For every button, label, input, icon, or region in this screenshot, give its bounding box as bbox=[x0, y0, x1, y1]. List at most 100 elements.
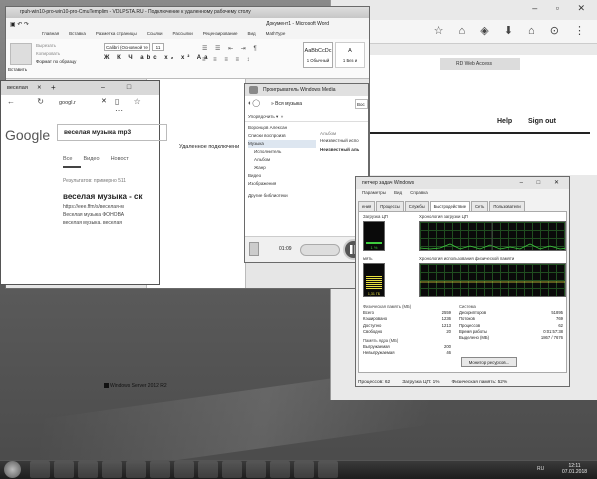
browser-window[interactable]: веселая ✕ + – □ ✕ ← ↻ ▯ ☆ ⋯ googl.r Goog… bbox=[0, 80, 167, 285]
word-ribbon: Вставить Вырезать Копировать Формат по о… bbox=[6, 39, 369, 79]
task-manager-window[interactable]: петчер задач Windows – □ ✕ Параметры Вид С… bbox=[355, 176, 570, 387]
font-name-select[interactable]: Calibri (Основной те bbox=[104, 43, 150, 51]
paste-button[interactable]: Вставить bbox=[8, 67, 27, 72]
memory-label: мять bbox=[363, 256, 373, 261]
format-buttons[interactable]: Ж К Ч abc x₂ x² Aa bbox=[104, 55, 210, 61]
tree-item[interactable]: Исполнитель bbox=[248, 148, 316, 156]
taskbar-app-chrome-icon[interactable] bbox=[246, 461, 266, 478]
performance-panel: Загрузка ЦП 1 % Хронология загрузки ЦП м… bbox=[358, 211, 567, 373]
ribbon-tab[interactable]: Вид bbox=[248, 31, 256, 36]
taskbar-app-rdp-icon[interactable] bbox=[150, 461, 170, 478]
style-normal[interactable]: AaBbCcDc 1 Обычный bbox=[303, 42, 333, 68]
start-button[interactable] bbox=[4, 461, 21, 478]
rd-web-access-tab[interactable]: RD Web Access bbox=[440, 58, 520, 70]
browser-tabbar: веселая ✕ + – □ ✕ bbox=[1, 81, 159, 105]
search-tab-video[interactable]: Видео bbox=[83, 156, 99, 162]
stop-button[interactable] bbox=[300, 244, 340, 256]
chrome-toolbar: ☆ ⌂ ◈ ⬇ ⌂ ⊙ ⋮ bbox=[331, 20, 597, 44]
result-title-link[interactable]: веселая музыка - ск bbox=[63, 192, 142, 201]
tree-item[interactable]: Альбом bbox=[248, 156, 316, 164]
sign-out-link[interactable]: Sign out bbox=[528, 118, 556, 125]
paragraph-buttons[interactable]: ☰ ☰ ⇤ ⇥ ¶ bbox=[202, 45, 260, 52]
search-tab-news[interactable]: Новост bbox=[111, 156, 129, 162]
chrome-window-controls[interactable]: – ▫ ✕ bbox=[532, 3, 593, 14]
organize-button[interactable]: Упорядочить bbox=[248, 114, 275, 119]
ribbon-tab[interactable]: Рассылки bbox=[173, 31, 193, 36]
media-player-title[interactable]: Проигрыватель Windows Media bbox=[245, 84, 368, 96]
tree-item[interactable]: Списки воспроизв bbox=[248, 132, 316, 140]
taskbar-app-excel-icon[interactable] bbox=[126, 461, 146, 478]
chrome-toolbar-icons[interactable]: ☆ ⌂ ◈ ⬇ ⌂ ⊙ ⋮ bbox=[434, 24, 591, 37]
system-stats: Система Дескрипторов 51895 Потоков 769 Про… bbox=[459, 304, 563, 341]
tree-item-selected[interactable]: Музыка bbox=[248, 140, 316, 148]
quick-access-toolbar[interactable]: ▣ ↶ ↷ bbox=[10, 21, 32, 29]
back-icon[interactable]: ← bbox=[7, 97, 15, 106]
refresh-icon[interactable]: ↻ bbox=[37, 97, 44, 106]
media-player-icon bbox=[249, 86, 258, 94]
result-snippet: Веселая музыка ФОНОВА bbox=[63, 212, 125, 218]
address-bar[interactable]: googl.r bbox=[59, 98, 109, 109]
taskbar-app-word-icon[interactable] bbox=[102, 461, 122, 478]
ribbon-tab[interactable]: MathType bbox=[266, 31, 286, 36]
document-page[interactable] bbox=[146, 79, 246, 288]
ribbon-tab[interactable]: Разметка страницы bbox=[96, 31, 137, 36]
style-no-spacing[interactable]: A 1 Без и bbox=[335, 42, 365, 68]
resource-monitor-button[interactable]: Монитор ресурсов... bbox=[461, 357, 517, 367]
album-column-header[interactable]: Альбом bbox=[320, 131, 336, 136]
menu-item[interactable]: Параметры bbox=[362, 190, 386, 195]
taskbar-app-icon[interactable] bbox=[174, 461, 194, 478]
result-url[interactable]: https://eee.ffm/s/веселая-м bbox=[63, 204, 124, 210]
ribbon-tab[interactable]: Вставка bbox=[69, 31, 86, 36]
media-player-window[interactable]: Проигрыватель Windows Media » Вся музыка… bbox=[244, 83, 369, 263]
status-memory: Физическая память: 52% bbox=[451, 380, 508, 385]
format-painter-button[interactable]: Формат по образцу bbox=[36, 59, 76, 64]
album-item[interactable]: Неизвестный испо bbox=[320, 138, 359, 143]
taskbar-app-ie-icon[interactable] bbox=[30, 461, 50, 478]
active-tab-underline bbox=[63, 166, 81, 168]
menu-item[interactable]: Вид bbox=[394, 190, 402, 195]
tree-item[interactable]: Изображения bbox=[248, 180, 316, 188]
browser-tab[interactable]: веселая bbox=[7, 85, 28, 91]
taskbar-app-icon[interactable] bbox=[294, 461, 314, 478]
library-search[interactable]: Вос bbox=[355, 99, 368, 109]
google-logo[interactable]: Google bbox=[5, 127, 50, 143]
alignment-buttons[interactable]: ≡ ≡ ≡ ≡ ↕ bbox=[202, 57, 253, 63]
paste-icon[interactable] bbox=[10, 43, 32, 65]
taskbar-app-media-icon[interactable] bbox=[78, 461, 98, 478]
album-art bbox=[249, 242, 259, 256]
menu-item[interactable]: Справка bbox=[410, 190, 428, 195]
language-indicator[interactable]: RU bbox=[537, 466, 544, 472]
tree-item[interactable]: Воронцов Алексан bbox=[248, 124, 316, 132]
taskbar-app-icon[interactable] bbox=[198, 461, 218, 478]
back-forward-icon[interactable]: ◐◯ bbox=[248, 99, 268, 109]
ribbon-tab[interactable]: Ссылки bbox=[147, 31, 163, 36]
search-input[interactable]: веселая музыка mp3 bbox=[57, 124, 167, 141]
copy-button[interactable]: Копировать bbox=[36, 51, 60, 56]
browser-action-icons[interactable]: ▯ ☆ ⋯ bbox=[115, 97, 157, 115]
style-preview: AaBbCcDc bbox=[304, 48, 332, 54]
stat-label: Невыгружаемая bbox=[363, 350, 395, 356]
taskbar-app-explorer-icon[interactable] bbox=[54, 461, 74, 478]
taskbar-app-icon[interactable] bbox=[222, 461, 242, 478]
rdp-titlebar[interactable]: rpuh-win10-pro-win10-pro-CmuTemplim - VD… bbox=[6, 7, 369, 18]
taskbar-app-icon[interactable] bbox=[318, 461, 338, 478]
ribbon-tabs[interactable]: Главная Вставка Разметка страницы Ссылки Рас… bbox=[6, 29, 369, 39]
cut-button[interactable]: Вырезать bbox=[36, 43, 56, 48]
organize-menu[interactable]: Упорядочить ▾ » bbox=[245, 112, 368, 122]
window-controls[interactable]: – □ ✕ bbox=[520, 179, 565, 186]
help-link[interactable]: Help bbox=[497, 118, 512, 125]
ribbon-tab[interactable]: Главная bbox=[42, 31, 59, 36]
taskbar-clock[interactable]: 12:11 07.01.2018 bbox=[562, 463, 587, 475]
taskbar-app-icon[interactable] bbox=[270, 461, 290, 478]
rd-header-divider bbox=[340, 132, 590, 134]
tree-item[interactable]: Жанр bbox=[248, 164, 316, 172]
tree-item[interactable]: Другие библиотеки bbox=[248, 192, 316, 200]
new-tab-icon[interactable]: + bbox=[51, 81, 56, 95]
font-size-select[interactable]: 11 bbox=[152, 43, 164, 51]
search-tab-all[interactable]: Все bbox=[63, 156, 72, 162]
album-item[interactable]: Неизвестный аль bbox=[320, 147, 359, 152]
tree-item[interactable]: Видео bbox=[248, 172, 316, 180]
ribbon-tab[interactable]: Рецензирование bbox=[203, 31, 238, 36]
close-tab-icon[interactable]: ✕ bbox=[37, 81, 42, 95]
task-manager-statusbar: Процессов: 62 Загрузка ЦП: 1% Физическая п… bbox=[358, 380, 519, 385]
